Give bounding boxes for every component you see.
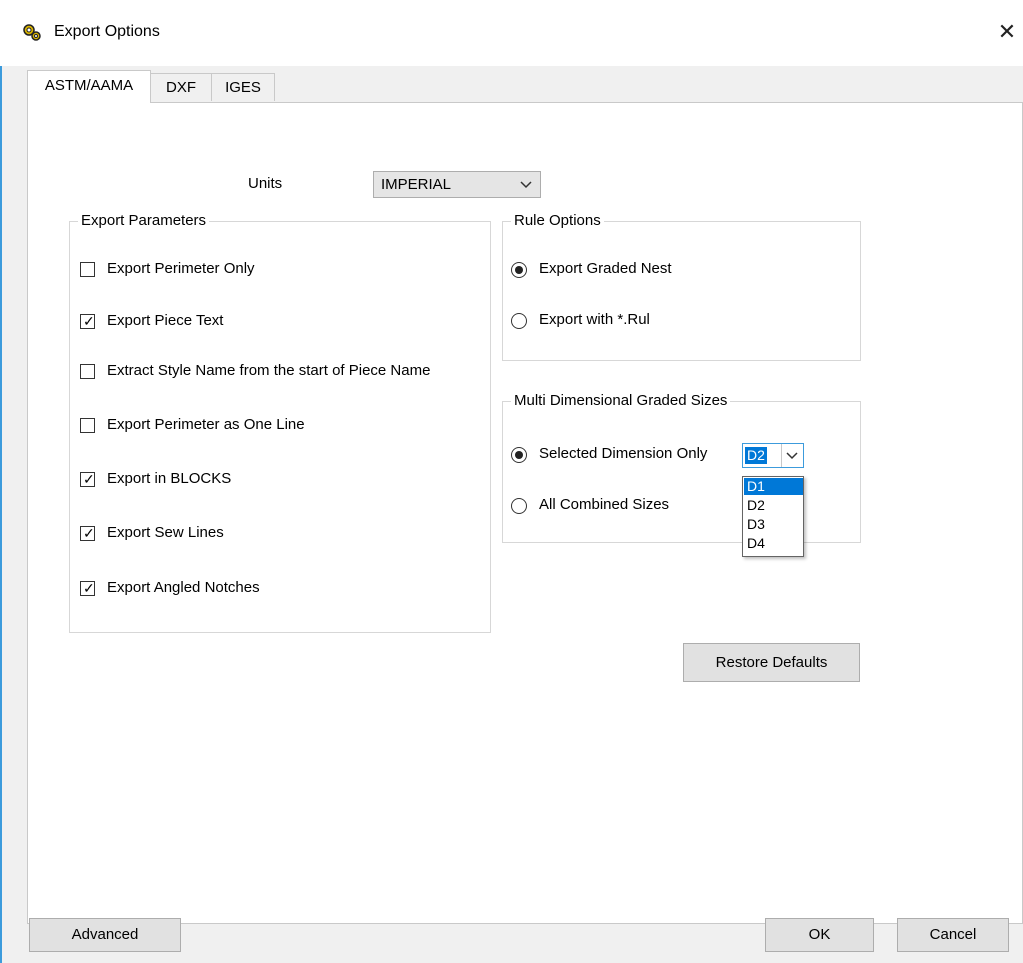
checkbox-export-perimeter-only[interactable]	[80, 262, 95, 277]
multi-dimensional-legend: Multi Dimensional Graded Sizes	[511, 392, 731, 409]
dimension-select-value: D2	[745, 447, 767, 464]
checkbox-label: Export Perimeter Only	[107, 260, 255, 277]
multi-dimensional-group	[502, 401, 861, 543]
checkbox-label: Export Sew Lines	[107, 524, 224, 541]
checkmark-icon: ✓	[83, 580, 95, 596]
rule-options-legend: Rule Options	[511, 212, 604, 229]
radio-dot	[515, 266, 523, 274]
tab-iges[interactable]: IGES	[211, 73, 275, 101]
checkmark-icon: ✓	[83, 471, 95, 487]
checkbox-export-perimeter-one-line[interactable]	[80, 418, 95, 433]
dropdown-option-d1[interactable]: D1	[744, 478, 803, 495]
checkmark-icon: ✓	[83, 313, 95, 329]
window-border	[0, 66, 2, 963]
checkmark-icon: ✓	[83, 525, 95, 541]
select-divider	[781, 444, 782, 467]
chevron-down-icon	[786, 452, 798, 460]
checkbox-label: Export Perimeter as One Line	[107, 416, 305, 433]
units-label: Units	[248, 175, 283, 192]
checkbox-export-sew-lines[interactable]: ✓	[80, 525, 95, 541]
dropdown-option-d2[interactable]: D2	[744, 497, 803, 514]
dimension-dropdown-list: D1 D2 D3 D4	[742, 476, 804, 557]
export-parameters-legend: Export Parameters	[78, 212, 210, 229]
radio-label: Export Graded Nest	[539, 260, 672, 277]
checkbox-label: Export Angled Notches	[107, 579, 260, 596]
restore-defaults-button[interactable]: Restore Defaults	[683, 643, 860, 682]
checkbox-label: Export in BLOCKS	[107, 470, 232, 487]
window-title: Export Options	[54, 23, 160, 40]
checkbox-extract-style-name[interactable]	[80, 364, 95, 379]
gears-icon	[22, 22, 42, 42]
radio-label: Selected Dimension Only	[539, 445, 708, 462]
checkbox-export-piece-text[interactable]: ✓	[80, 313, 95, 329]
radio-label: Export with *.Rul	[539, 311, 650, 328]
rule-options-group	[502, 221, 861, 361]
radio-dot	[515, 451, 523, 459]
tab-astm-aama[interactable]: ASTM/AAMA	[27, 70, 151, 103]
chevron-down-icon	[520, 181, 532, 189]
close-button[interactable]: ✕	[994, 18, 1020, 46]
units-select[interactable]: IMPERIAL	[373, 171, 541, 198]
checkbox-export-in-blocks[interactable]: ✓	[80, 471, 95, 487]
radio-export-graded-nest[interactable]	[511, 262, 527, 278]
cancel-button[interactable]: Cancel	[897, 918, 1009, 952]
dropdown-option-d4[interactable]: D4	[744, 535, 803, 552]
checkbox-label: Extract Style Name from the start of Pie…	[107, 362, 431, 379]
radio-all-combined-sizes[interactable]	[511, 498, 527, 514]
radio-export-with-rul[interactable]	[511, 313, 527, 329]
advanced-button[interactable]: Advanced	[29, 918, 181, 952]
checkbox-label: Export Piece Text	[107, 312, 224, 329]
ok-button[interactable]: OK	[765, 918, 874, 952]
radio-selected-dimension-only[interactable]	[511, 447, 527, 463]
tab-dxf[interactable]: DXF	[150, 73, 212, 101]
dropdown-option-d3[interactable]: D3	[744, 516, 803, 533]
units-select-value: IMPERIAL	[381, 176, 452, 193]
dimension-select[interactable]: D2	[742, 443, 804, 468]
radio-label: All Combined Sizes	[539, 496, 670, 513]
checkbox-export-angled-notches[interactable]: ✓	[80, 580, 95, 596]
